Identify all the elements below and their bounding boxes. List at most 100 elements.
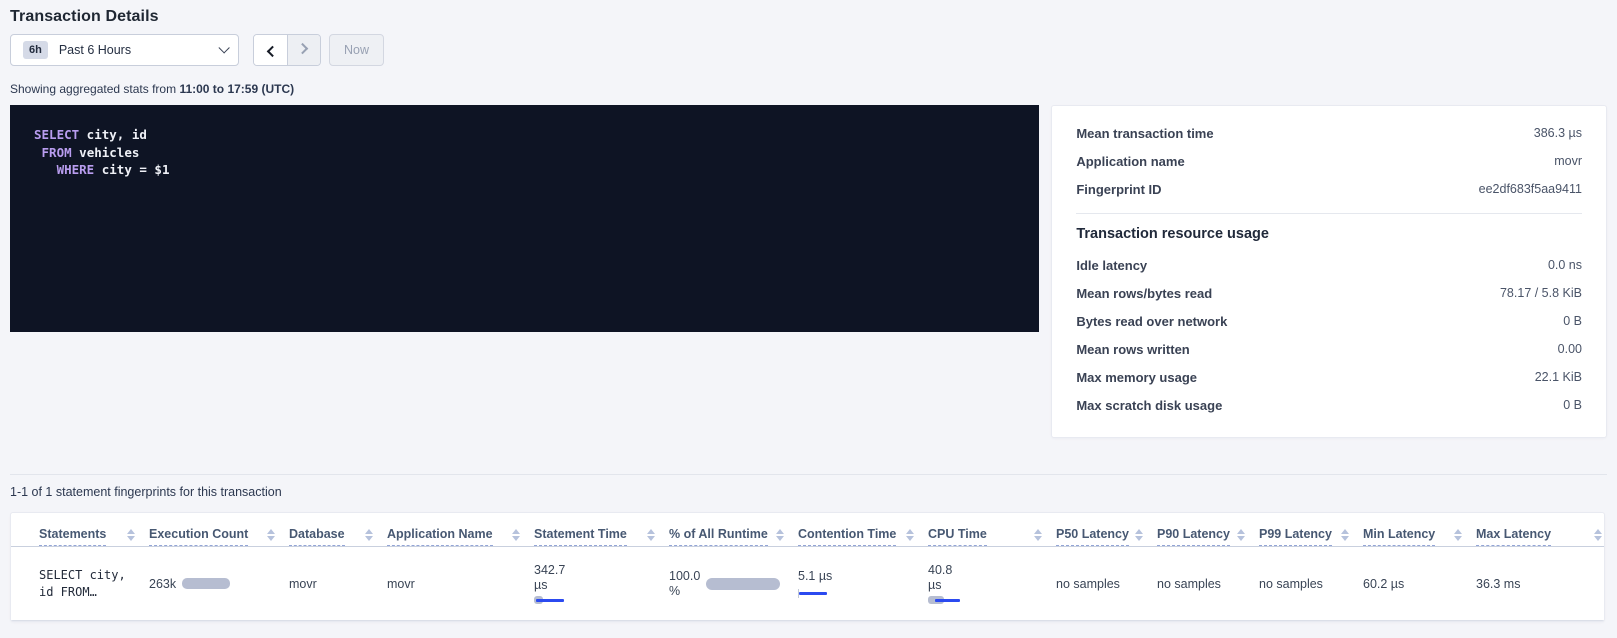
aggregated-stats-note: Showing aggregated stats from 11:00 to 1…	[10, 82, 1607, 96]
sql-line: FROM vehicles	[34, 144, 1015, 162]
sql-keyword: FROM	[34, 145, 72, 160]
column-header-statement-time[interactable]: Statement Time	[534, 527, 669, 546]
time-range-dropdown[interactable]: 6h Past 6 Hours	[10, 34, 239, 66]
summary-row-mean-transaction-time: Mean transaction time 386.3 µs	[1076, 119, 1582, 147]
column-label: Application Name	[387, 527, 493, 546]
sort-icon[interactable]	[1594, 529, 1602, 541]
sort-icon[interactable]	[1034, 529, 1042, 541]
column-label: CPU Time	[928, 527, 987, 546]
column-header-p99-latency[interactable]: P99 Latency	[1259, 527, 1363, 546]
resource-value: 0.00	[1558, 342, 1582, 356]
sort-icon[interactable]	[127, 529, 135, 541]
time-controls: 6h Past 6 Hours Now	[10, 34, 1607, 66]
sort-icon[interactable]	[647, 529, 655, 541]
statement-time-value: 342.7	[534, 563, 655, 578]
page-title: Transaction Details	[10, 0, 1607, 26]
resource-label: Bytes read over network	[1076, 314, 1227, 329]
statements-table-header: Statements Execution Count Database Appl…	[11, 513, 1605, 547]
statement-line-1: SELECT city,	[39, 567, 135, 584]
contention-time-bar	[798, 589, 914, 598]
resource-usage-section-title: Transaction resource usage	[1076, 226, 1582, 242]
next-range-button[interactable]	[287, 35, 320, 65]
sql-keyword: WHERE	[34, 162, 94, 177]
column-header-cpu-time[interactable]: CPU Time	[928, 527, 1056, 546]
time-range-badge: 6h	[23, 41, 48, 59]
sort-icon[interactable]	[1135, 529, 1143, 541]
resource-row-mean-rows-written: Mean rows written 0.00	[1076, 335, 1582, 363]
sort-icon[interactable]	[906, 529, 914, 541]
cell-percent-runtime: 100.0 %	[669, 569, 798, 599]
sql-text: city = $1	[94, 162, 169, 177]
sort-icon[interactable]	[267, 529, 275, 541]
time-nav-group	[253, 34, 321, 66]
summary-row-fingerprint-id: Fingerprint ID ee2df683f5aa9411	[1076, 175, 1582, 203]
sql-text: vehicles	[72, 145, 140, 160]
statements-table-caption: 1-1 of 1 statement fingerprints for this…	[10, 485, 1607, 499]
previous-range-button[interactable]	[254, 35, 287, 65]
cell-max-latency: 36.3 ms	[1476, 577, 1605, 591]
sort-icon[interactable]	[1341, 529, 1349, 541]
sql-line: WHERE city = $1	[34, 161, 1015, 179]
statement-time-unit: µs	[534, 578, 655, 593]
column-header-statements[interactable]: Statements	[39, 527, 149, 546]
details-main-row: SELECT city, id FROM vehicles WHERE city…	[10, 105, 1607, 438]
column-header-max-latency[interactable]: Max Latency	[1476, 527, 1605, 546]
statement-row: SELECT city, id FROM… 263k movr movr 342…	[11, 547, 1605, 621]
resource-row-idle-latency: Idle latency 0.0 ns	[1076, 251, 1582, 279]
sort-icon[interactable]	[365, 529, 373, 541]
statement-link[interactable]: SELECT city, id FROM…	[39, 567, 135, 601]
resource-value: 0.0 ns	[1548, 258, 1582, 272]
summary-divider	[1076, 213, 1582, 214]
column-header-p90-latency[interactable]: P90 Latency	[1157, 527, 1259, 546]
chevron-left-icon	[266, 46, 277, 57]
contention-time-value: 5.1 µs	[798, 569, 914, 583]
column-label: Statements	[39, 527, 106, 546]
column-label: Database	[289, 527, 345, 546]
column-header-p50-latency[interactable]: P50 Latency	[1056, 527, 1157, 546]
column-header-database[interactable]: Database	[289, 527, 387, 546]
resource-value: 78.17 / 5.8 KiB	[1500, 286, 1582, 300]
transaction-sql-box: SELECT city, id FROM vehicles WHERE city…	[10, 105, 1039, 332]
column-header-contention-time[interactable]: Contention Time	[798, 527, 928, 546]
column-header-application-name[interactable]: Application Name	[387, 527, 534, 546]
resource-row-max-memory-usage: Max memory usage 22.1 KiB	[1076, 363, 1582, 391]
column-label: P99 Latency	[1259, 527, 1332, 546]
resource-value: 22.1 KiB	[1535, 370, 1582, 384]
execution-count-value: 263k	[149, 577, 176, 591]
cpu-time-bar	[928, 596, 1042, 604]
column-label: Min Latency	[1363, 527, 1435, 546]
resource-label: Max memory usage	[1076, 370, 1197, 385]
cell-contention-time: 5.1 µs	[798, 569, 928, 598]
runtime-bar	[706, 578, 780, 590]
chevron-right-icon	[297, 43, 308, 54]
sql-keyword: SELECT	[34, 127, 79, 142]
now-button[interactable]: Now	[329, 34, 384, 66]
cell-database: movr	[289, 577, 387, 591]
resource-label: Idle latency	[1076, 258, 1147, 273]
summary-label: Mean transaction time	[1076, 126, 1213, 141]
resource-label: Mean rows/bytes read	[1076, 286, 1212, 301]
column-label: P90 Latency	[1157, 527, 1230, 546]
stats-note-range: 11:00 to 17:59 (UTC)	[179, 82, 294, 96]
time-range-label: Past 6 Hours	[59, 43, 131, 57]
summary-value: 386.3 µs	[1534, 126, 1582, 140]
sort-icon[interactable]	[776, 529, 784, 541]
column-header-percent-runtime[interactable]: % of All Runtime	[669, 527, 798, 546]
statement-time-bar	[534, 596, 655, 604]
cell-p99-latency: no samples	[1259, 577, 1363, 591]
resource-label: Mean rows written	[1076, 342, 1189, 357]
sort-icon[interactable]	[1454, 529, 1462, 541]
runtime-unit: %	[669, 584, 700, 599]
sort-icon[interactable]	[1237, 529, 1245, 541]
cell-application-name: movr	[387, 577, 534, 591]
cell-execution-count: 263k	[149, 577, 289, 591]
stats-note-prefix: Showing aggregated stats from	[10, 82, 179, 96]
resource-value: 0 B	[1563, 314, 1582, 328]
column-header-min-latency[interactable]: Min Latency	[1363, 527, 1476, 546]
resource-row-max-scratch-disk-usage: Max scratch disk usage 0 B	[1076, 391, 1582, 419]
column-header-execution-count[interactable]: Execution Count	[149, 527, 289, 546]
sort-icon[interactable]	[512, 529, 520, 541]
column-label: Max Latency	[1476, 527, 1551, 546]
column-label: Execution Count	[149, 527, 248, 546]
column-label: % of All Runtime	[669, 527, 768, 546]
